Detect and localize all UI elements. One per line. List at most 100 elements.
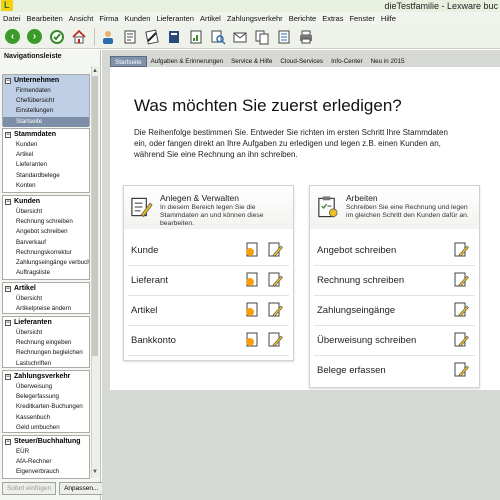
app-logo-icon[interactable] bbox=[1, 0, 13, 11]
sidebar-item-rechnung-schreiben[interactable]: Rechnung schreiben bbox=[3, 217, 89, 227]
sidebar-item-lastschriften[interactable]: Lastschriften bbox=[3, 359, 89, 369]
sidebar-section-header[interactable]: − Unternehmen bbox=[3, 75, 89, 86]
sidebar-item-afa-rechner[interactable]: AfA-Rechner bbox=[3, 457, 89, 467]
sidebar-section-header[interactable]: − Lieferanten bbox=[3, 317, 89, 328]
sidebar-section-header[interactable]: − Zahlungsverkehr bbox=[3, 371, 89, 382]
collapse-icon[interactable]: − bbox=[5, 438, 11, 445]
sidebar-item-rechnungskorrektur[interactable]: Rechnungskorrektur bbox=[3, 248, 89, 258]
sidebar-item-chefuebersicht[interactable]: Chefübersicht bbox=[3, 96, 89, 107]
sidebar-item-lieferanten[interactable]: Lieferanten bbox=[3, 160, 89, 170]
menu-fenster[interactable]: Fenster bbox=[349, 14, 374, 23]
anpassen-button[interactable]: Anpassen... bbox=[59, 482, 104, 495]
list-item-belege-erfassen[interactable]: Belege erfassen bbox=[314, 356, 475, 386]
list-item-lieferant[interactable]: Lieferant bbox=[128, 266, 289, 296]
sidebar-section-header[interactable]: − Steuer/Buchhaltung bbox=[3, 436, 89, 447]
menu-ansicht[interactable]: Ansicht bbox=[69, 14, 94, 23]
new-document-icon[interactable] bbox=[245, 272, 261, 288]
tab-cloud-services[interactable]: Cloud-Services bbox=[276, 56, 327, 67]
list-item-rechnung-schreiben[interactable]: Rechnung schreiben bbox=[314, 266, 475, 296]
sidebar-item-rechnungen-begleichen[interactable]: Rechnungen begleichen bbox=[3, 348, 89, 358]
collapse-icon[interactable]: − bbox=[5, 198, 11, 205]
document-icon[interactable] bbox=[120, 27, 139, 46]
scrollbar-thumb[interactable] bbox=[92, 76, 98, 356]
tab-service-hilfe[interactable]: Service & Hilfe bbox=[227, 56, 276, 67]
collapse-icon[interactable]: − bbox=[5, 373, 11, 380]
report-icon[interactable] bbox=[186, 27, 205, 46]
sidebar-item-eigenverbrauch[interactable]: Eigenverbrauch bbox=[3, 467, 89, 477]
edit-document-icon[interactable] bbox=[453, 302, 469, 318]
sidebar-item-startseite[interactable]: Startseite bbox=[3, 116, 89, 127]
edit-document-icon[interactable] bbox=[453, 242, 469, 258]
sidebar-item-kunden[interactable]: Kunden bbox=[3, 140, 89, 150]
sidebar-item-konten[interactable]: Konten bbox=[3, 181, 89, 191]
invoice-icon[interactable] bbox=[142, 27, 161, 46]
copy-icon[interactable] bbox=[252, 27, 271, 46]
sidebar-section-header[interactable]: − Stammdaten bbox=[3, 129, 89, 140]
edit-document-icon[interactable] bbox=[453, 272, 469, 288]
refresh-icon[interactable] bbox=[47, 27, 66, 46]
sidebar-item-uebersicht[interactable]: Übersicht bbox=[3, 207, 89, 217]
sidebar-section-header[interactable]: − Kunden bbox=[3, 196, 89, 207]
list-item-angebot-schreiben[interactable]: Angebot schreiben bbox=[314, 236, 475, 266]
collapse-icon[interactable]: − bbox=[5, 319, 11, 326]
tab-neu-2015[interactable]: Neu in 2015 bbox=[367, 56, 409, 67]
scroll-up-icon[interactable]: ▲ bbox=[92, 67, 98, 75]
sofort-einfuegen-button[interactable]: Sofort einfügen bbox=[2, 482, 57, 495]
menu-datei[interactable]: Datei bbox=[3, 14, 21, 23]
menu-zahlungsverkehr[interactable]: Zahlungsverkehr bbox=[227, 14, 283, 23]
back-icon[interactable]: ‹ bbox=[3, 27, 22, 46]
sidebar-item-rechnung-eingeben[interactable]: Rechnung eingeben bbox=[3, 338, 89, 348]
sidebar-item-einstellungen[interactable]: Einstellungen bbox=[3, 106, 89, 117]
edit-document-icon[interactable] bbox=[267, 242, 283, 258]
sidebar-item-angebot-schreiben[interactable]: Angebot schreiben bbox=[3, 227, 89, 237]
edit-document-icon[interactable] bbox=[267, 302, 283, 318]
edit-document-icon[interactable] bbox=[453, 332, 469, 348]
list-item-zahlungseingaenge[interactable]: Zahlungseingänge bbox=[314, 296, 475, 326]
print-icon[interactable] bbox=[296, 27, 315, 46]
sidebar-item-auftragsliste[interactable]: Auftragsliste bbox=[3, 268, 89, 278]
sidebar-item-barverkauf[interactable]: Barverkauf bbox=[3, 238, 89, 248]
list-item-bankkonto[interactable]: Bankkonto bbox=[128, 326, 289, 356]
collapse-icon[interactable]: − bbox=[5, 77, 11, 84]
book-icon[interactable] bbox=[164, 27, 183, 46]
mail-icon[interactable] bbox=[230, 27, 249, 46]
new-document-icon[interactable] bbox=[245, 332, 261, 348]
sidebar-item-uebersicht[interactable]: Übersicht bbox=[3, 294, 89, 304]
sidebar-item-standardbelege[interactable]: Standardbelege bbox=[3, 171, 89, 181]
menu-berichte[interactable]: Berichte bbox=[289, 14, 317, 23]
sidebar-item-belegerfassung[interactable]: Belegerfassung bbox=[3, 392, 89, 402]
sidebar-item-uebersicht[interactable]: Übersicht bbox=[3, 328, 89, 338]
sidebar-item-eur[interactable]: EÜR bbox=[3, 447, 89, 457]
menu-hilfe[interactable]: Hilfe bbox=[381, 14, 396, 23]
list-item-ueberweisung-schreiben[interactable]: Überweisung schreiben bbox=[314, 326, 475, 356]
edit-document-icon[interactable] bbox=[453, 362, 469, 378]
sidebar-item-ueberweisung[interactable]: Überweisung bbox=[3, 382, 89, 392]
customer-icon[interactable] bbox=[98, 27, 117, 46]
list-icon[interactable] bbox=[274, 27, 293, 46]
menu-artikel[interactable]: Artikel bbox=[200, 14, 221, 23]
tab-aufgaben[interactable]: Aufgaben & Erinnerungen bbox=[147, 56, 227, 67]
sidebar-item-kassenbuch[interactable]: Kassenbuch bbox=[3, 413, 89, 423]
sidebar-item-geld-umbuchen[interactable]: Geld umbuchen bbox=[3, 423, 89, 433]
new-document-icon[interactable] bbox=[245, 242, 261, 258]
sidebar-item-zahlungseingaenge[interactable]: Zahlungseingänge verbuchen bbox=[3, 258, 89, 268]
list-item-artikel[interactable]: Artikel bbox=[128, 296, 289, 326]
sidebar-item-kreditkarten[interactable]: Kreditkarten-Buchungen bbox=[3, 402, 89, 412]
collapse-icon[interactable]: − bbox=[5, 131, 11, 138]
menu-lieferanten[interactable]: Lieferanten bbox=[156, 14, 194, 23]
tab-info-center[interactable]: Info-Center bbox=[327, 56, 367, 67]
home-icon[interactable] bbox=[69, 27, 88, 46]
forward-icon[interactable]: › bbox=[25, 27, 44, 46]
tab-startseite[interactable]: Startseite bbox=[110, 55, 147, 67]
sidebar-section-header[interactable]: − Artikel bbox=[3, 283, 89, 294]
edit-document-icon[interactable] bbox=[267, 332, 283, 348]
sidebar-item-firmendaten[interactable]: Firmendaten bbox=[3, 86, 89, 97]
search-document-icon[interactable] bbox=[208, 27, 227, 46]
new-document-icon[interactable] bbox=[245, 302, 261, 318]
sidebar-item-artikel[interactable]: Artikel bbox=[3, 150, 89, 160]
edit-document-icon[interactable] bbox=[267, 272, 283, 288]
menu-kunden[interactable]: Kunden bbox=[125, 14, 151, 23]
menu-bearbeiten[interactable]: Bearbeiten bbox=[27, 14, 63, 23]
sidebar-item-artikelpreise[interactable]: Artikelpreise ändern bbox=[3, 304, 89, 314]
menu-firma[interactable]: Firma bbox=[99, 14, 118, 23]
